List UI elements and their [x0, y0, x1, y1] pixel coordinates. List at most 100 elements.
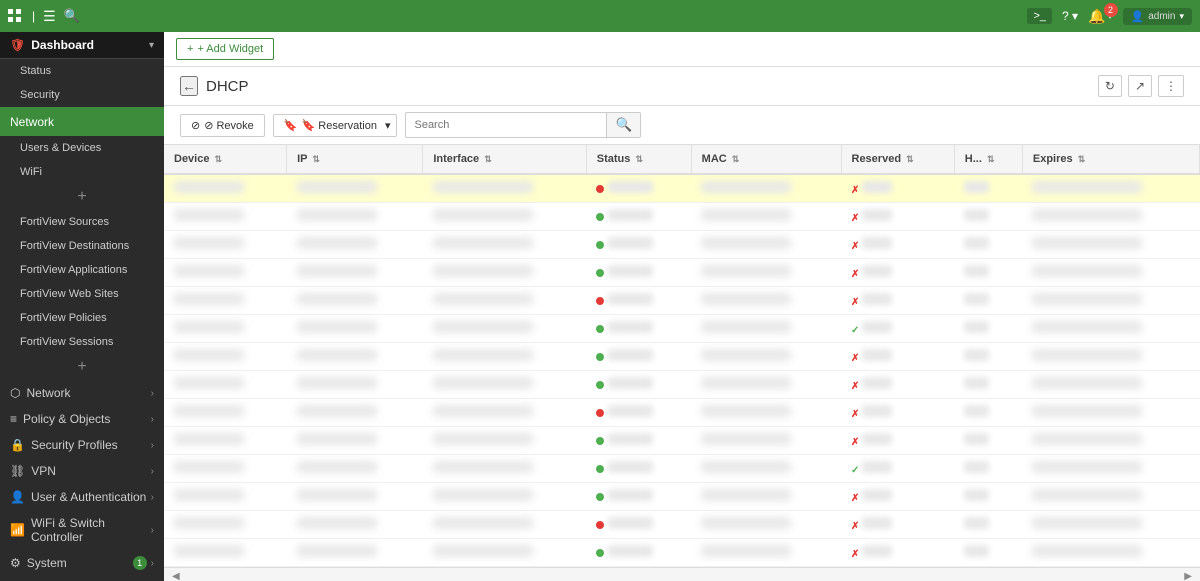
status-label: Status [20, 65, 51, 77]
user-label: admin [1148, 11, 1175, 22]
reserved-sort-icon: ⇅ [906, 154, 914, 164]
col-device[interactable]: Device ⇅ [164, 145, 287, 174]
reserved-no: ✗ [851, 297, 859, 308]
back-button[interactable]: ← [180, 76, 198, 96]
sidebar-item-status[interactable]: Status [0, 59, 164, 83]
help-icon[interactable]: ? ▾ [1062, 9, 1078, 23]
sidebar-item-fv-web-sites[interactable]: FortiView Web Sites [0, 282, 164, 306]
cell-hostname [954, 231, 1022, 259]
topbar: | ☰ 🔍 >_ ? ▾ 🔔 2 ▾ 👤 admin ▾ [0, 0, 1200, 32]
sidebar-item-security-fabric[interactable]: 🕸 Security Fabric 1 › [0, 576, 164, 581]
table-row[interactable]: ✗ [164, 511, 1200, 539]
cell-status [586, 343, 691, 371]
sidebar: 🛡 Dashboard ▾ Status Security Network ⋮ … [0, 32, 164, 581]
search-box: 🔍 [405, 112, 641, 138]
table-row[interactable]: ✗ [164, 287, 1200, 315]
cell-reserved: ✗ [841, 259, 954, 287]
cell-ip [287, 315, 423, 343]
sidebar-item-fv-applications[interactable]: FortiView Applications [0, 258, 164, 282]
sidebar-item-wifi[interactable]: WiFi [0, 160, 164, 184]
reserved-yes: ✓ [851, 325, 859, 336]
refresh-button[interactable]: ↻ [1098, 75, 1122, 97]
table-row[interactable]: ✗ [164, 203, 1200, 231]
sidebar-item-vpn[interactable]: ⛓ VPN › [0, 458, 164, 484]
sidebar-item-users-devices[interactable]: Users & Devices [0, 136, 164, 160]
status-dot [596, 297, 604, 305]
cell-expires [1022, 203, 1199, 231]
reservation-button[interactable]: 🔖 🔖 Reservation ▾ [273, 114, 398, 137]
col-reserved[interactable]: Reserved ⇅ [841, 145, 954, 174]
table-row[interactable]: ✓ [164, 315, 1200, 343]
col-mac[interactable]: MAC ⇅ [691, 145, 841, 174]
sidebar-item-security[interactable]: Security [0, 83, 164, 107]
wifi-switch-label: WiFi & Switch Controller [31, 516, 151, 544]
table-row[interactable]: ✓ [164, 455, 1200, 483]
sidebar-collapse-icon[interactable]: ▾ [149, 40, 154, 51]
security-label: Security [20, 89, 60, 101]
col-ip[interactable]: IP ⇅ [287, 145, 423, 174]
cell-ip [287, 343, 423, 371]
sidebar-item-fv-sources[interactable]: FortiView Sources [0, 210, 164, 234]
sidebar-item-fv-sessions[interactable]: FortiView Sessions [0, 330, 164, 354]
sidebar-item-policy-objects[interactable]: ≡ Policy & Objects › [0, 406, 164, 432]
hamburger-icon[interactable]: ☰ [43, 8, 56, 25]
add-widget-label: + Add Widget [197, 43, 263, 55]
notification-bell[interactable]: 🔔 2 ▾ [1088, 8, 1112, 25]
more-options-button[interactable]: ⋮ [1158, 75, 1184, 97]
table-header-row: Device ⇅ IP ⇅ Interface ⇅ Status [164, 145, 1200, 174]
search-icon[interactable]: 🔍 [64, 8, 80, 24]
user-menu[interactable]: 👤 admin ▾ [1123, 8, 1192, 25]
table-row[interactable]: ✗ [164, 399, 1200, 427]
cell-status [586, 483, 691, 511]
sidebar-item-fv-destinations[interactable]: FortiView Destinations [0, 234, 164, 258]
status-sort-icon: ⇅ [635, 154, 643, 164]
table-row[interactable]: ✗ [164, 539, 1200, 567]
add-fortiview-btn[interactable]: + [0, 354, 164, 380]
cell-expires [1022, 174, 1199, 203]
status-dot [596, 381, 604, 389]
col-expires[interactable]: Expires ⇅ [1022, 145, 1199, 174]
cell-device [164, 483, 287, 511]
col-interface[interactable]: Interface ⇅ [423, 145, 586, 174]
scroll-left-icon[interactable]: ◀ [172, 571, 180, 581]
cell-status [586, 231, 691, 259]
reserved-no: ✗ [851, 493, 859, 504]
revoke-button[interactable]: ⊘ ⊘ Revoke [180, 114, 265, 137]
reserved-no: ✗ [851, 409, 859, 420]
cell-expires [1022, 399, 1199, 427]
cell-hostname [954, 483, 1022, 511]
col-status[interactable]: Status ⇅ [586, 145, 691, 174]
network-options-icon[interactable]: ⋮ [140, 113, 154, 130]
table-row[interactable]: ✗ [164, 483, 1200, 511]
network-label: Network [10, 115, 54, 129]
terminal-icon[interactable]: >_ [1027, 8, 1052, 24]
sidebar-logo[interactable]: 🛡 Dashboard ▾ [0, 32, 164, 59]
sidebar-item-fv-policies[interactable]: FortiView Policies [0, 306, 164, 330]
search-input[interactable] [406, 115, 606, 135]
toolbar: ⊘ ⊘ Revoke 🔖 🔖 Reservation ▾ 🔍 [164, 106, 1200, 145]
search-button[interactable]: 🔍 [606, 113, 640, 137]
sidebar-item-wifi-switch[interactable]: 📶 WiFi & Switch Controller › [0, 510, 164, 550]
sidebar-item-user-auth[interactable]: 👤 User & Authentication › [0, 484, 164, 510]
table-row[interactable]: ✗ [164, 427, 1200, 455]
dashboard-label: Dashboard [31, 38, 94, 52]
add-dashboard-btn[interactable]: + [0, 184, 164, 210]
table-row[interactable]: ✗ [164, 231, 1200, 259]
col-hostname[interactable]: H... ⇅ [954, 145, 1022, 174]
external-link-button[interactable]: ↗ [1128, 75, 1152, 97]
reserved-no: ✗ [851, 213, 859, 224]
sidebar-item-security-profiles[interactable]: 🔒 Security Profiles › [0, 432, 164, 458]
vpn-icon: ⛓ [10, 464, 25, 478]
apps-grid-icon[interactable] [8, 9, 22, 23]
table-row[interactable]: ✗ [164, 371, 1200, 399]
add-widget-button[interactable]: + + Add Widget [176, 38, 274, 60]
table-row[interactable]: ✗ [164, 343, 1200, 371]
sidebar-item-system[interactable]: ⚙ System 1 › [0, 550, 164, 576]
cell-reserved: ✗ [841, 483, 954, 511]
table-row[interactable]: ✗ [164, 259, 1200, 287]
sidebar-item-network-nav[interactable]: ⬡ Network › [0, 380, 164, 406]
sidebar-item-network[interactable]: Network ⋮ [0, 107, 164, 136]
scroll-right-icon[interactable]: ▶ [1184, 571, 1192, 581]
table-row[interactable]: ✗ [164, 174, 1200, 203]
fv-web-sites-label: FortiView Web Sites [20, 288, 119, 300]
